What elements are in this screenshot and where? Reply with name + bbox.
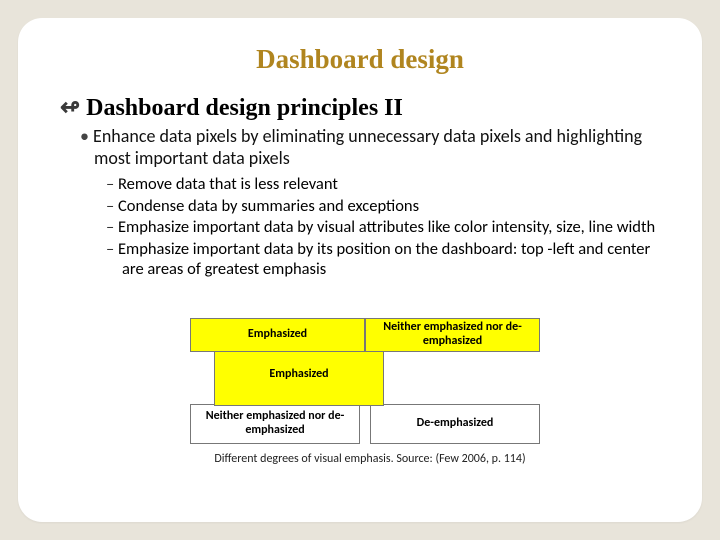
diagram-box-center: Emphasized: [214, 344, 384, 406]
diagram-caption: Different degrees of visual emphasis. So…: [190, 452, 550, 466]
diagram-row-bottom: Neither emphasized nor de-emphasized De-…: [178, 404, 578, 444]
emphasis-diagram: Emphasized Neither emphasized nor de-emp…: [178, 318, 578, 466]
diagram-box-top-right: Neither emphasized nor de-emphasized: [365, 318, 540, 352]
diagram-box-bottom-right: De-emphasized: [370, 404, 540, 444]
diagram-box-bottom-left: Neither emphasized nor de-emphasized: [190, 404, 360, 444]
slide-title: Dashboard design: [60, 44, 660, 75]
sub-point: Emphasize important data by visual attri…: [106, 217, 660, 238]
main-point: Enhance data pixels by eliminating unnec…: [80, 126, 660, 170]
slide-container: Dashboard design ↫ Dashboard design prin…: [18, 18, 702, 522]
slide-subtitle: Dashboard design principles II: [86, 95, 403, 122]
diagram-box-top-left: Emphasized: [190, 318, 365, 352]
sub-point: Emphasize important data by its position…: [106, 239, 660, 280]
subtitle-row: ↫ Dashboard design principles II: [60, 93, 660, 122]
diagram-row-top: Emphasized Neither emphasized nor de-emp…: [178, 318, 578, 352]
sub-point: Remove data that is less relevant: [106, 174, 660, 195]
sub-point-list: Remove data that is less relevant Conden…: [106, 174, 660, 280]
sub-point: Condense data by summaries and exception…: [106, 196, 660, 217]
bullet-swirl-icon: ↫: [60, 93, 80, 122]
